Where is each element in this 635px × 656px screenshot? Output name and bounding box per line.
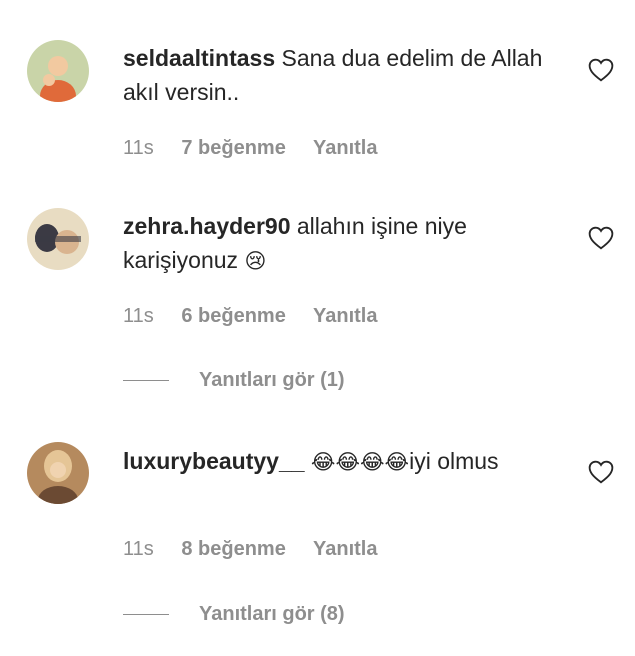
comment-text: luxurybeautyy__ 😂😂😂😂iyi olmus <box>123 444 563 479</box>
comment-likes[interactable]: 8 beğenme <box>181 538 285 560</box>
reply-button[interactable]: Yanıtla <box>313 305 377 327</box>
comment-meta: 11s 6 beğenme Yanıtla <box>123 305 400 328</box>
view-replies-button[interactable]: Yanıtları gör (8) <box>123 603 345 626</box>
comment-text: seldaaltintass Sana dua edelim de Allah … <box>123 41 563 109</box>
comment-likes[interactable]: 7 beğenme <box>181 137 285 159</box>
comment-emoji: 😢 <box>244 249 267 273</box>
comment-meta: 11s 8 beğenme Yanıtla <box>123 538 400 561</box>
avatar-image <box>27 208 89 270</box>
comment-username[interactable]: zehra.hayder90 <box>123 213 290 239</box>
view-replies-label[interactable]: Yanıtları gör (8) <box>199 603 345 626</box>
replies-divider <box>123 380 169 381</box>
replies-divider <box>123 614 169 615</box>
reply-button[interactable]: Yanıtla <box>313 137 377 159</box>
comment-time[interactable]: 11s <box>123 305 154 327</box>
avatar-image <box>27 442 89 504</box>
view-replies-button[interactable]: Yanıtları gör (1) <box>123 369 345 392</box>
avatar[interactable] <box>27 208 89 270</box>
comment-username[interactable]: seldaaltintass <box>123 45 275 71</box>
comment-time[interactable]: 11s <box>123 137 154 159</box>
avatar[interactable] <box>27 442 89 504</box>
comment-likes[interactable]: 6 beğenme <box>181 305 285 327</box>
comment-emoji: 😂😂😂😂 <box>310 450 410 474</box>
comment-username[interactable]: luxurybeautyy__ <box>123 448 305 474</box>
like-heart-icon[interactable] <box>588 226 614 250</box>
comment-time[interactable]: 11s <box>123 538 154 560</box>
view-replies-label[interactable]: Yanıtları gör (1) <box>199 369 345 392</box>
like-heart-icon[interactable] <box>588 460 614 484</box>
comment-meta: 11s 7 beğenme Yanıtla <box>123 137 400 160</box>
comment-body: iyi olmus <box>409 448 499 474</box>
like-heart-icon[interactable] <box>588 58 614 82</box>
comment-text: zehra.hayder90 allahın işine niye karişi… <box>123 209 563 278</box>
avatar[interactable] <box>27 40 89 102</box>
reply-button[interactable]: Yanıtla <box>313 538 377 560</box>
avatar-image <box>27 40 89 102</box>
